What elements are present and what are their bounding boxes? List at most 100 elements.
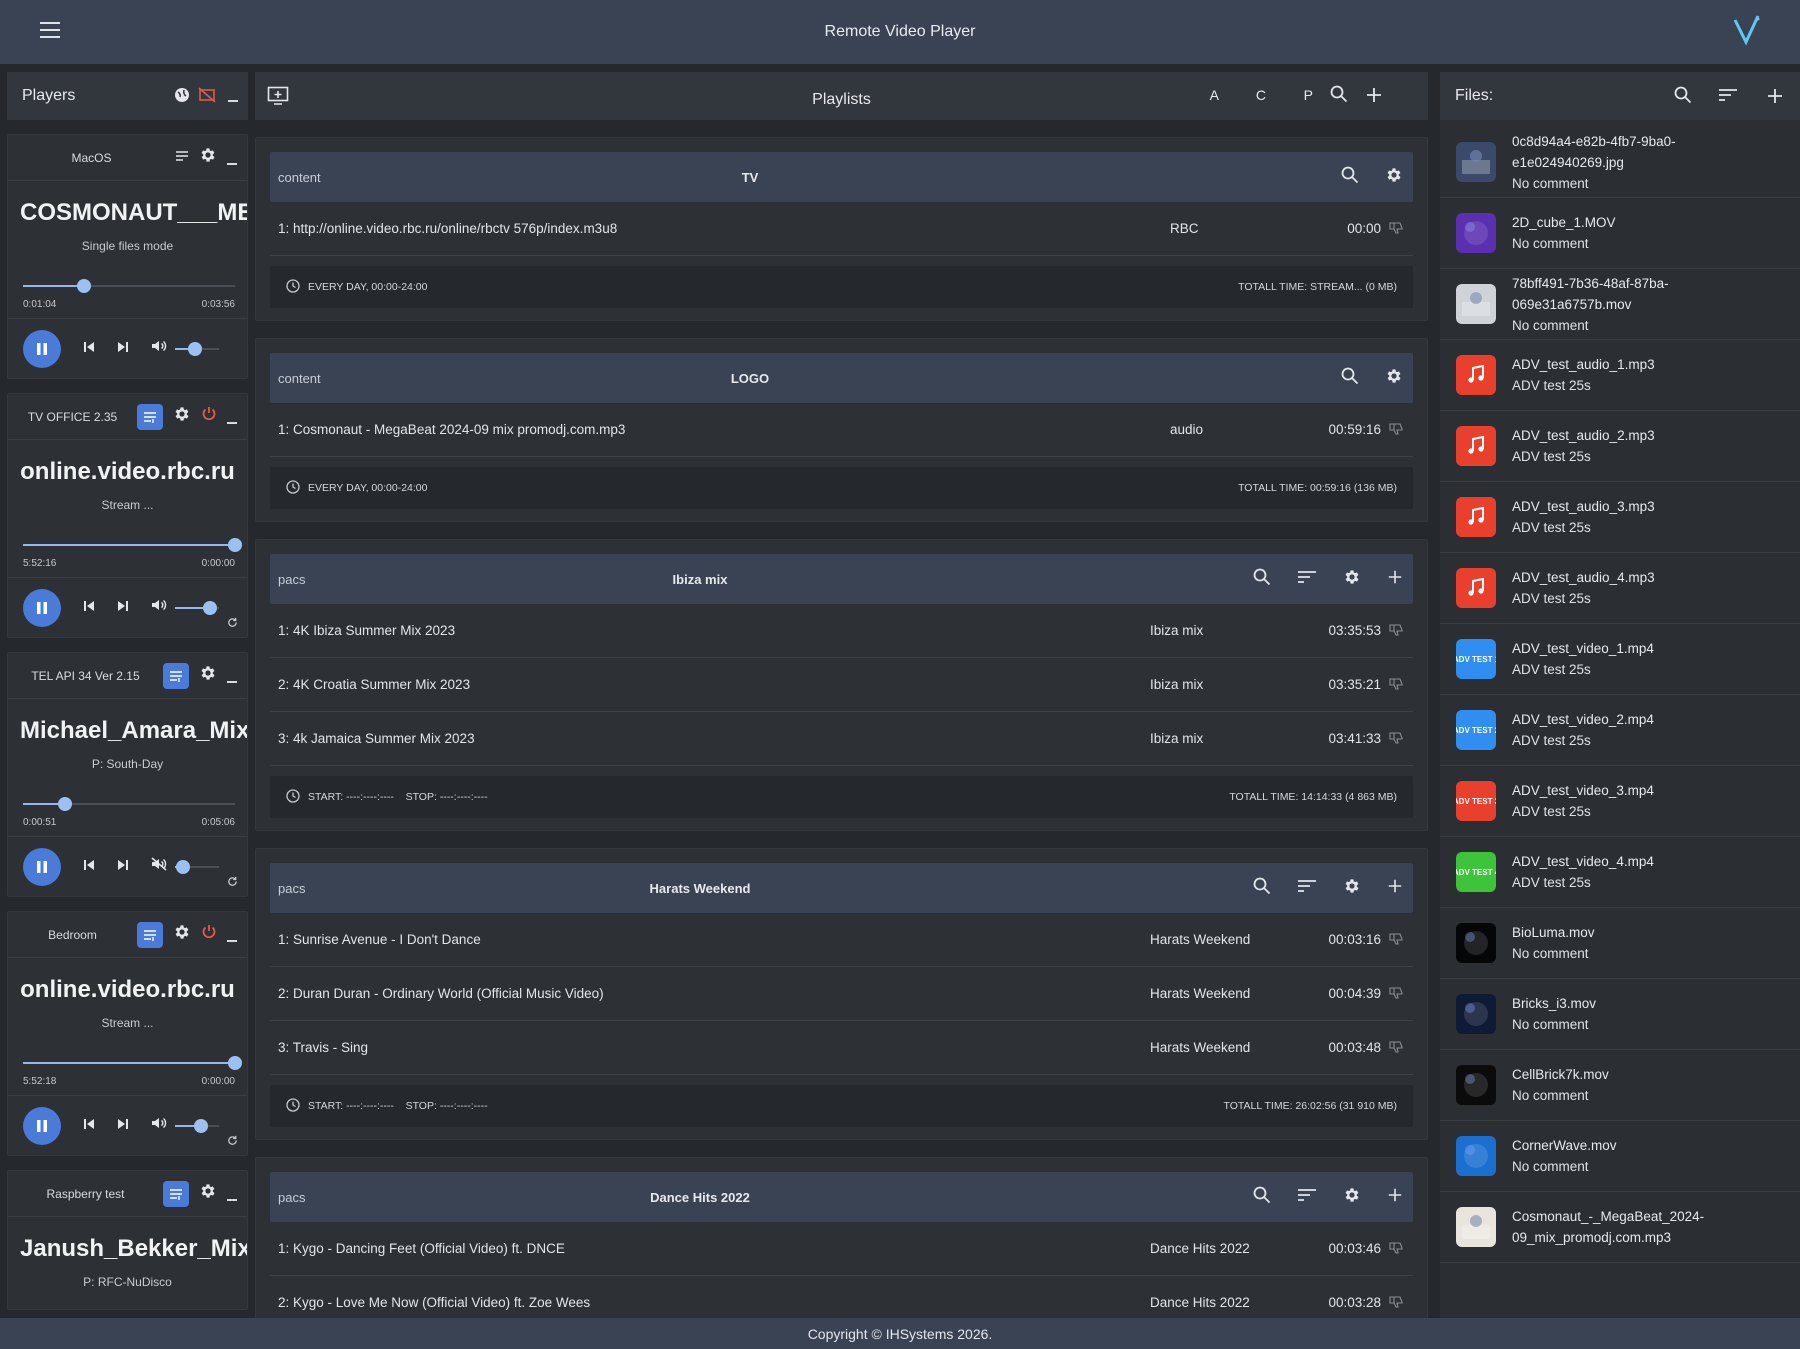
queue-icon[interactable]	[137, 403, 163, 430]
file-item[interactable]: CellBrick7k.mov No comment	[1440, 1050, 1800, 1121]
progress-handle[interactable]	[58, 797, 73, 811]
pause-button[interactable]	[23, 1106, 61, 1145]
gear-icon[interactable]	[173, 923, 191, 946]
volume-slider[interactable]	[175, 600, 219, 615]
filter-p-button[interactable]: P	[1304, 87, 1313, 103]
dislike-icon[interactable]	[1389, 624, 1403, 639]
playlist-schedule[interactable]: START: ----:----:---- STOP: ----:----:--…	[308, 791, 488, 803]
queue-icon[interactable]	[163, 1180, 189, 1207]
files-add-icon[interactable]	[1766, 87, 1784, 110]
gear-icon[interactable]	[199, 146, 217, 169]
playlist-settings-icon[interactable]	[1343, 568, 1361, 591]
pause-button[interactable]	[23, 847, 61, 886]
add-screen-icon[interactable]	[267, 86, 289, 111]
queue-icon[interactable]	[163, 662, 189, 689]
file-item[interactable]: 0c8d94a4-e82b-4fb7-9ba0-e1e024940269.jpg…	[1440, 127, 1800, 198]
playlist-item[interactable]: 1: http://online.video.rbc.ru/online/rbc…	[270, 202, 1413, 256]
playlist-sort-icon[interactable]	[1297, 879, 1317, 898]
volume-icon[interactable]	[151, 339, 167, 358]
menu-icon[interactable]	[40, 22, 60, 38]
file-item[interactable]: CornerWave.mov No comment	[1440, 1121, 1800, 1192]
filter-c-button[interactable]: C	[1256, 87, 1266, 103]
playlist-add-icon[interactable]	[1387, 1187, 1403, 1208]
refresh-icon[interactable]	[227, 1133, 238, 1151]
dislike-icon[interactable]	[1389, 1242, 1403, 1257]
file-item[interactable]: ADV TEST 4 ADV_test_video_4.mp4 ADV test…	[1440, 837, 1800, 908]
playlist-search-icon[interactable]	[1253, 568, 1271, 591]
globe-icon[interactable]	[174, 87, 190, 108]
file-item[interactable]: 78bff491-7b36-48af-87ba-069e31a6757b.mov…	[1440, 269, 1800, 340]
file-item[interactable]: ADV TEST 2 ADV_test_video_2.mp4 ADV test…	[1440, 695, 1800, 766]
playlist-sort-icon[interactable]	[1297, 1188, 1317, 1207]
dislike-icon[interactable]	[1389, 987, 1403, 1002]
playlist-schedule[interactable]: START: ----:----:---- STOP: ----:----:--…	[308, 1100, 488, 1112]
dislike-icon[interactable]	[1389, 933, 1403, 948]
playlist-item[interactable]: 1: Kygo - Dancing Feet (Official Video) …	[270, 1222, 1413, 1276]
file-item[interactable]: Bricks_i3.mov No comment	[1440, 979, 1800, 1050]
minimize-icon[interactable]	[227, 162, 237, 165]
playlist-schedule[interactable]: EVERY DAY, 00:00-24:00	[308, 281, 427, 293]
playlist-search-icon[interactable]	[1253, 1186, 1271, 1209]
playlist-settings-icon[interactable]	[1385, 166, 1403, 189]
filter-a-button[interactable]: A	[1210, 87, 1219, 103]
file-item[interactable]: Cosmonaut_-_MegaBeat_2024-09_mix_promodj…	[1440, 1192, 1800, 1263]
dislike-icon[interactable]	[1389, 1041, 1403, 1056]
file-item[interactable]: 2D_cube_1.MOV No comment	[1440, 198, 1800, 269]
minimize-icon[interactable]	[228, 100, 238, 102]
progress-slider[interactable]	[23, 538, 242, 552]
progress-slider[interactable]	[23, 279, 235, 293]
tv-off-icon[interactable]	[198, 87, 216, 108]
volume-slider[interactable]	[175, 1118, 219, 1133]
power-icon[interactable]	[201, 406, 217, 427]
gear-icon[interactable]	[173, 405, 191, 428]
gear-icon[interactable]	[199, 664, 217, 687]
minimize-icon[interactable]	[227, 939, 237, 942]
file-item[interactable]: ADV TEST 3 ADV_test_video_3.mp4 ADV test…	[1440, 766, 1800, 837]
file-item[interactable]: BioLuma.mov No comment	[1440, 908, 1800, 979]
file-item[interactable]: ADV TEST 1 ADV_test_video_1.mp4 ADV test…	[1440, 624, 1800, 695]
dislike-icon[interactable]	[1389, 423, 1403, 438]
next-button[interactable]	[117, 858, 129, 876]
progress-slider[interactable]	[23, 797, 235, 811]
file-item[interactable]: ADV_test_audio_2.mp3 ADV test 25s	[1440, 411, 1800, 482]
minimize-icon[interactable]	[227, 1198, 237, 1201]
power-icon[interactable]	[201, 924, 217, 945]
playlist-settings-icon[interactable]	[1343, 1186, 1361, 1209]
playlist-settings-icon[interactable]	[1343, 877, 1361, 900]
mute-icon[interactable]	[151, 857, 167, 876]
files-search-icon[interactable]	[1674, 86, 1692, 109]
playlist-search-icon[interactable]	[1341, 166, 1359, 189]
playlist-item[interactable]: 1: Cosmonaut - MegaBeat 2024-09 mix prom…	[270, 403, 1413, 457]
playlist-search-icon[interactable]	[1341, 367, 1359, 390]
playlist-search-icon[interactable]	[1253, 877, 1271, 900]
playlist-item[interactable]: 1: Sunrise Avenue - I Don't Dance Harats…	[270, 913, 1413, 967]
dislike-icon[interactable]	[1389, 732, 1403, 747]
progress-handle[interactable]	[77, 279, 92, 293]
file-item[interactable]: ADV_test_audio_1.mp3 ADV test 25s	[1440, 340, 1800, 411]
playlist-item[interactable]: 1: 4K Ibiza Summer Mix 2023 Ibiza mix 03…	[270, 604, 1413, 658]
previous-button[interactable]	[83, 858, 95, 876]
dislike-icon[interactable]	[1389, 1296, 1403, 1311]
dislike-icon[interactable]	[1389, 222, 1403, 237]
queue-icon[interactable]	[137, 921, 163, 948]
file-item[interactable]: ADV_test_audio_3.mp3 ADV test 25s	[1440, 482, 1800, 553]
refresh-icon[interactable]	[227, 874, 238, 892]
playlist-item[interactable]: 3: 4k Jamaica Summer Mix 2023 Ibiza mix …	[270, 712, 1413, 766]
next-button[interactable]	[117, 1117, 129, 1135]
playlist-add-icon[interactable]	[1387, 569, 1403, 590]
playlist-item[interactable]: 2: Kygo - Love Me Now (Official Video) f…	[270, 1276, 1413, 1318]
pause-button[interactable]	[23, 329, 61, 368]
progress-slider[interactable]	[23, 1056, 242, 1070]
file-item[interactable]: ADV_test_audio_4.mp3 ADV test 25s	[1440, 553, 1800, 624]
refresh-icon[interactable]	[227, 615, 238, 633]
playlist-add-icon[interactable]	[1387, 878, 1403, 899]
volume-slider[interactable]	[175, 859, 219, 874]
add-playlist-icon[interactable]	[1365, 86, 1383, 109]
gear-icon[interactable]	[199, 1182, 217, 1205]
dislike-icon[interactable]	[1389, 678, 1403, 693]
playlist-item[interactable]: 2: 4K Croatia Summer Mix 2023 Ibiza mix …	[270, 658, 1413, 712]
next-button[interactable]	[117, 599, 129, 617]
minimize-icon[interactable]	[227, 421, 237, 424]
volume-icon[interactable]	[151, 1116, 167, 1135]
previous-button[interactable]	[83, 599, 95, 617]
